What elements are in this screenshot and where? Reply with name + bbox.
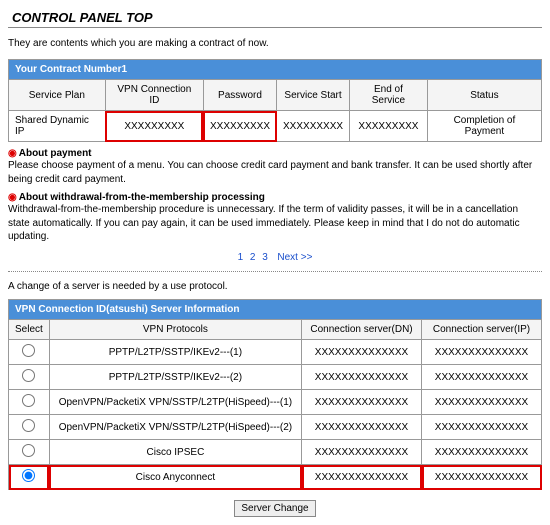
col-dn: Connection server(DN) bbox=[302, 320, 422, 340]
cell-plan: Shared Dynamic IP bbox=[9, 111, 106, 142]
bullet-icon: ◉ bbox=[8, 148, 17, 159]
table-row: PPTP/L2TP/SSTP/IKEv2---(1)XXXXXXXXXXXXXX… bbox=[9, 340, 542, 365]
cell-protocol: Cisco Anyconnect bbox=[49, 465, 301, 490]
server-section-title: VPN Connection ID(atsushi) Server Inform… bbox=[9, 300, 542, 320]
col-status: Status bbox=[427, 80, 541, 111]
table-row: OpenVPN/PacketiX VPN/SSTP/L2TP(HiSpeed)-… bbox=[9, 415, 542, 440]
col-plan: Service Plan bbox=[9, 80, 106, 111]
about-payment-body: Please choose payment of a menu. You can… bbox=[8, 159, 542, 186]
table-row: PPTP/L2TP/SSTP/IKEv2---(2)XXXXXXXXXXXXXX… bbox=[9, 365, 542, 390]
cell-select bbox=[9, 465, 50, 490]
cell-protocol: PPTP/L2TP/SSTP/IKEv2---(1) bbox=[49, 340, 301, 365]
page-title: CONTROL PANEL TOP bbox=[8, 8, 542, 28]
select-radio[interactable] bbox=[22, 369, 35, 382]
cell-dn: XXXXXXXXXXXXXX bbox=[302, 390, 422, 415]
cell-dn: XXXXXXXXXXXXXX bbox=[302, 415, 422, 440]
about-withdraw-body: Withdrawal-from-the-membership procedure… bbox=[8, 203, 542, 244]
about-withdraw-title: ◉About withdrawal-from-the-membership pr… bbox=[8, 192, 542, 203]
cell-ip: XXXXXXXXXXXXXX bbox=[422, 415, 542, 440]
table-row: Cisco IPSECXXXXXXXXXXXXXXXXXXXXXXXXXXXX bbox=[9, 440, 542, 465]
contract-table: Your Contract Number1 Service Plan VPN C… bbox=[8, 59, 542, 142]
server-table: VPN Connection ID(atsushi) Server Inform… bbox=[8, 299, 542, 490]
pager: 1 2 3 Next >> bbox=[8, 252, 542, 263]
select-radio[interactable] bbox=[22, 444, 35, 457]
pager-next[interactable]: Next >> bbox=[277, 252, 312, 263]
table-row: Cisco AnyconnectXXXXXXXXXXXXXXXXXXXXXXXX… bbox=[9, 465, 542, 490]
pager-1[interactable]: 1 bbox=[238, 252, 244, 263]
cell-dn: XXXXXXXXXXXXXX bbox=[302, 440, 422, 465]
cell-start: XXXXXXXXX bbox=[277, 111, 350, 142]
cell-ip: XXXXXXXXXXXXXX bbox=[422, 390, 542, 415]
bullet-icon: ◉ bbox=[8, 192, 17, 203]
cell-ip: XXXXXXXXXXXXXX bbox=[422, 340, 542, 365]
col-end: End of Service bbox=[350, 80, 428, 111]
cell-password: XXXXXXXXX bbox=[203, 111, 276, 142]
select-radio[interactable] bbox=[22, 419, 35, 432]
select-radio[interactable] bbox=[22, 344, 35, 357]
col-vpn-id: VPN Connection ID bbox=[105, 80, 203, 111]
cell-ip: XXXXXXXXXXXXXX bbox=[422, 365, 542, 390]
cell-select bbox=[9, 365, 50, 390]
cell-ip: XXXXXXXXXXXXXX bbox=[422, 465, 542, 490]
pager-3[interactable]: 3 bbox=[262, 252, 268, 263]
pager-2[interactable]: 2 bbox=[250, 252, 256, 263]
cell-protocol: PPTP/L2TP/SSTP/IKEv2---(2) bbox=[49, 365, 301, 390]
cell-protocol: Cisco IPSEC bbox=[49, 440, 301, 465]
col-password: Password bbox=[203, 80, 276, 111]
col-ip: Connection server(IP) bbox=[422, 320, 542, 340]
cell-select bbox=[9, 340, 50, 365]
cell-select bbox=[9, 440, 50, 465]
divider bbox=[8, 271, 542, 272]
select-radio[interactable] bbox=[22, 469, 35, 482]
cell-end: XXXXXXXXX bbox=[350, 111, 428, 142]
intro-text: They are contents which you are making a… bbox=[8, 38, 542, 49]
about-payment-title: ◉About payment bbox=[8, 148, 542, 159]
cell-protocol: OpenVPN/PacketiX VPN/SSTP/L2TP(HiSpeed)-… bbox=[49, 415, 301, 440]
col-protocols: VPN Protocols bbox=[49, 320, 301, 340]
cell-dn: XXXXXXXXXXXXXX bbox=[302, 340, 422, 365]
col-start: Service Start bbox=[277, 80, 350, 111]
cell-status: Completion of Payment bbox=[427, 111, 541, 142]
cell-dn: XXXXXXXXXXXXXX bbox=[302, 365, 422, 390]
change-note: A change of a server is needed by a use … bbox=[8, 280, 542, 294]
cell-ip: XXXXXXXXXXXXXX bbox=[422, 440, 542, 465]
contract-section-title: Your Contract Number1 bbox=[9, 60, 542, 80]
cell-protocol: OpenVPN/PacketiX VPN/SSTP/L2TP(HiSpeed)-… bbox=[49, 390, 301, 415]
cell-select bbox=[9, 415, 50, 440]
select-radio[interactable] bbox=[22, 394, 35, 407]
col-select: Select bbox=[9, 320, 50, 340]
contract-row: Shared Dynamic IP XXXXXXXXX XXXXXXXXX XX… bbox=[9, 111, 542, 142]
cell-select bbox=[9, 390, 50, 415]
cell-dn: XXXXXXXXXXXXXX bbox=[302, 465, 422, 490]
server-change-button[interactable]: Server Change bbox=[234, 500, 315, 517]
cell-vpn-id: XXXXXXXXX bbox=[105, 111, 203, 142]
table-row: OpenVPN/PacketiX VPN/SSTP/L2TP(HiSpeed)-… bbox=[9, 390, 542, 415]
